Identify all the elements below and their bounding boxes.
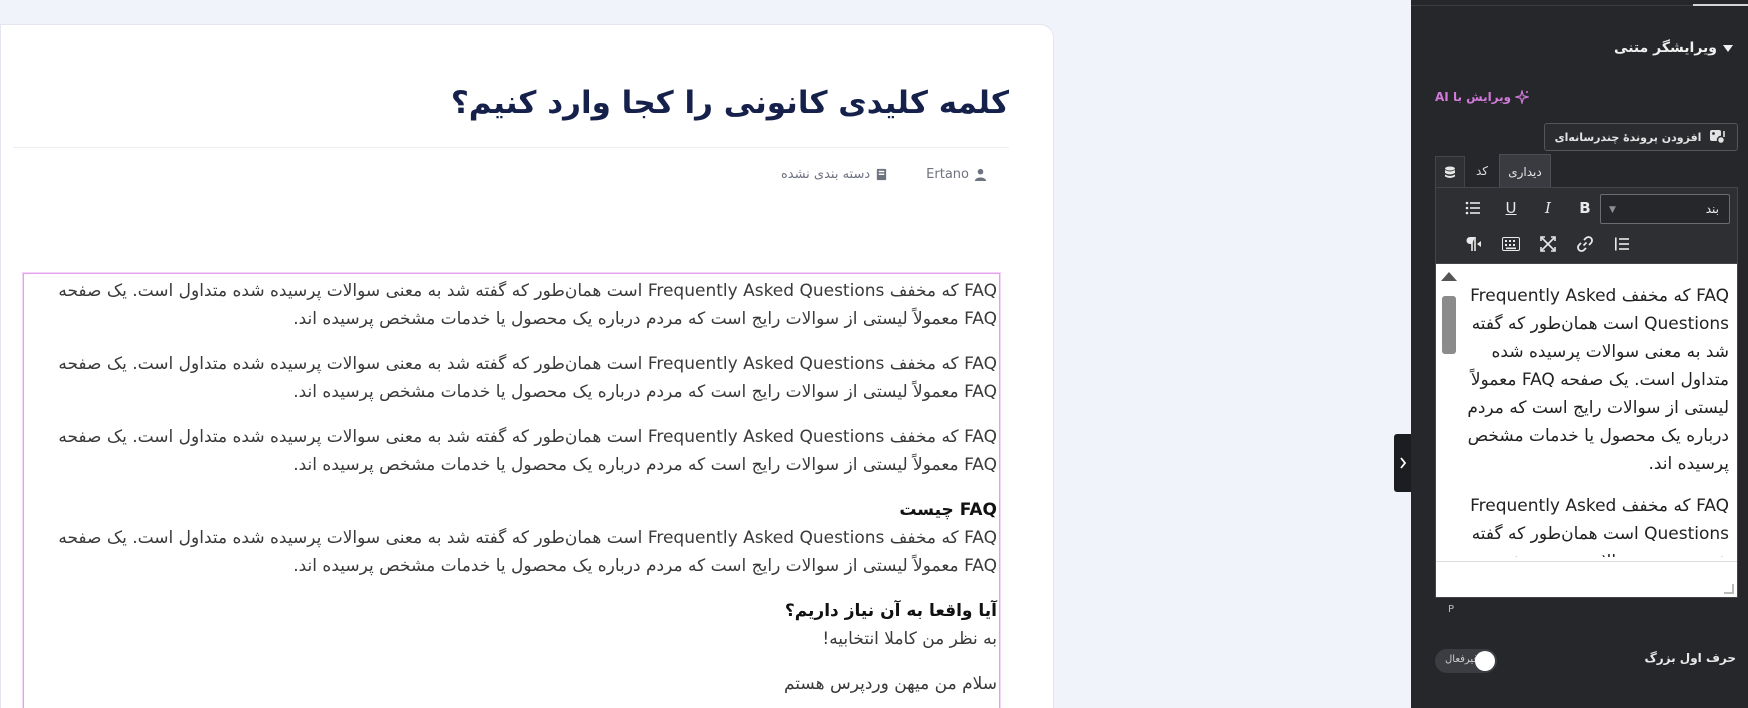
numbered-list-icon xyxy=(1615,237,1629,251)
bullet-list-button[interactable] xyxy=(1461,196,1485,220)
content-paragraph: FAQ که مخفف Frequently Asked Questions ا… xyxy=(58,528,997,576)
database-icon xyxy=(1445,166,1455,178)
title-divider xyxy=(13,147,1009,148)
format-select-value: بند xyxy=(1705,202,1719,216)
fullscreen-button[interactable] xyxy=(1536,232,1560,256)
underline-button[interactable]: U xyxy=(1499,196,1523,220)
toolbar-toggle-button[interactable] xyxy=(1499,232,1523,256)
editor-paragraph: FAQ که مخفف Frequently Asked Questions ا… xyxy=(1467,286,1729,474)
edit-with-ai-button[interactable]: ویرایش با AI xyxy=(1435,90,1530,104)
numbered-list-button[interactable] xyxy=(1610,232,1634,256)
chevron-right-icon xyxy=(1400,457,1407,469)
content-paragraph: به نظر من کاملا انتخابیه! xyxy=(822,629,997,649)
editor-text-area[interactable]: FAQ که مخفف Frequently Asked Questions ا… xyxy=(1435,263,1738,615)
content-paragraph: سلام من میهن وردپرس هستم xyxy=(783,674,997,694)
drop-cap-label: حرف اول بزرگ xyxy=(1644,651,1736,665)
user-icon xyxy=(974,168,987,181)
rtl-paragraph-button[interactable] xyxy=(1461,232,1485,256)
post-title: کلمه کلیدی کانونی را کجا وارد کنیم؟ xyxy=(450,85,1009,121)
bullet-list-icon xyxy=(1465,201,1480,215)
tab-code[interactable]: کد xyxy=(1465,156,1499,186)
bold-button[interactable]: B xyxy=(1573,196,1597,220)
section-header-text-editor[interactable]: ویرایشگر متنی xyxy=(1614,40,1733,56)
content-heading: آیا واقعا به آن نیاز داریم؟ xyxy=(784,601,997,621)
chevron-down-icon xyxy=(1723,44,1733,52)
editor-statusbar xyxy=(1436,561,1737,597)
add-media-label: افزودن پروندهٔ چندرسانه‌ای xyxy=(1554,130,1702,144)
editor-content[interactable]: FAQ که مخفف Frequently Asked Questions ا… xyxy=(1466,282,1729,557)
content-heading: FAQ چیست xyxy=(899,500,997,520)
drop-cap-toggle-state: غیرفعال xyxy=(1445,654,1479,665)
editor-element-path: P xyxy=(1448,604,1455,615)
keyboard-icon xyxy=(1502,237,1520,251)
toggle-knob xyxy=(1475,651,1495,671)
drop-cap-toggle[interactable]: غیرفعال xyxy=(1435,649,1497,673)
editor-side-panel: ویرایشگر متنی ویرایش با AI افزودن پرونده… xyxy=(1411,0,1748,708)
format-select[interactable]: بند ▼ xyxy=(1600,194,1730,224)
post-category[interactable]: دسته بندی نشده xyxy=(781,167,888,182)
post-category-name: دسته بندی نشده xyxy=(780,167,871,182)
resize-handle[interactable] xyxy=(1724,584,1734,594)
text-editor-widget[interactable]: FAQ که مخفف Frequently Asked Questions ا… xyxy=(22,272,1001,708)
active-tab-indicator xyxy=(1693,4,1748,6)
editor-toolbar: بند ▼ B I U xyxy=(1435,187,1738,263)
content-paragraph: FAQ که مخفف Frequently Asked Questions ا… xyxy=(58,427,997,475)
sparkle-icon xyxy=(1515,90,1530,104)
add-media-button[interactable]: افزودن پروندهٔ چندرسانه‌ای xyxy=(1544,123,1738,151)
post-meta: Ertano دسته بندی نشده xyxy=(743,167,987,182)
scroll-up-arrow[interactable] xyxy=(1441,272,1457,281)
editor-paragraph: FAQ که مخفف Frequently Asked Questions ا… xyxy=(1470,496,1729,557)
content-paragraph: FAQ که مخفف Frequently Asked Questions ا… xyxy=(58,281,997,329)
dropdown-arrow-icon: ▼ xyxy=(1609,205,1616,215)
scrollbar-thumb[interactable] xyxy=(1442,296,1456,354)
link-button[interactable] xyxy=(1573,232,1597,256)
link-icon xyxy=(1577,236,1593,252)
dynamic-tags-button[interactable] xyxy=(1435,156,1465,188)
book-icon xyxy=(877,168,887,181)
edit-with-ai-label: ویرایش با AI xyxy=(1435,90,1512,104)
tab-visual[interactable]: دیداری xyxy=(1499,154,1551,188)
post-author-name: Ertano xyxy=(926,167,969,182)
fullscreen-icon xyxy=(1540,236,1556,252)
media-icon xyxy=(1710,130,1726,145)
content-paragraph: FAQ که مخفف Frequently Asked Questions ا… xyxy=(58,354,997,402)
post-author[interactable]: Ertano xyxy=(926,167,987,182)
post-preview-card: کلمه کلیدی کانونی را کجا وارد کنیم؟ Erta… xyxy=(0,24,1054,708)
italic-button[interactable]: I xyxy=(1536,196,1560,220)
panel-collapse-toggle[interactable] xyxy=(1394,434,1412,492)
section-title: ویرایشگر متنی xyxy=(1614,40,1717,56)
paragraph-rtl-icon xyxy=(1466,237,1481,251)
